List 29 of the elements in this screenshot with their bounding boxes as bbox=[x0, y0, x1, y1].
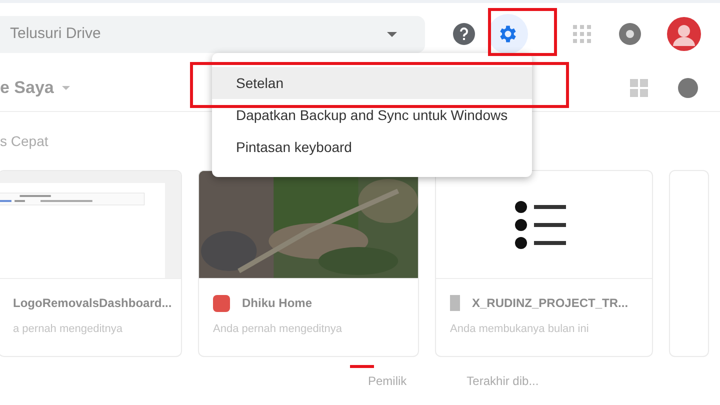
notifications-icon[interactable] bbox=[619, 23, 641, 45]
file-subtitle: Anda pernah mengeditnya bbox=[213, 322, 344, 337]
highlight-frame bbox=[488, 8, 557, 56]
column-header[interactable]: Pemilik bbox=[368, 372, 407, 390]
annotation-mark bbox=[350, 365, 374, 368]
column-header[interactable]: Terakhir dib... bbox=[466, 372, 539, 390]
section-title: s Cepat bbox=[0, 132, 48, 151]
file-card[interactable]: Dhiku Home Anda pernah mengeditnya bbox=[198, 170, 419, 357]
search-bar[interactable]: Telusuri Drive bbox=[0, 16, 425, 52]
search-field[interactable]: Telusuri Drive bbox=[10, 22, 387, 46]
breadcrumb-title[interactable]: e Saya bbox=[0, 75, 54, 101]
file-card[interactable]: LogoRemovalsDashboard... a pernah mengeditnya bbox=[0, 170, 182, 357]
file-title: X_RUDINZ_PROJECT_TR... bbox=[472, 295, 628, 312]
menu-item[interactable]: Dapatkan Backup and Sync untuk Windows bbox=[212, 99, 532, 131]
file-title: Dhiku Home bbox=[242, 295, 312, 312]
avatar-icon[interactable] bbox=[667, 17, 701, 51]
file-subtitle: Anda membukanya bulan ini bbox=[450, 322, 590, 337]
help-icon bbox=[458, 27, 470, 41]
caret-icon bbox=[62, 86, 70, 90]
image-file-icon bbox=[213, 294, 230, 312]
menu-item[interactable]: Pintasan keyboard bbox=[212, 131, 532, 163]
help-button[interactable] bbox=[453, 23, 475, 45]
file-title: LogoRemovalsDashboard... bbox=[13, 295, 172, 312]
caret-icon bbox=[387, 32, 397, 36]
file-icon bbox=[450, 295, 460, 311]
file-subtitle: a pernah mengeditnya bbox=[13, 322, 124, 337]
menu-item[interactable]: Setelan bbox=[212, 67, 532, 99]
info-icon[interactable] bbox=[678, 78, 698, 98]
settings-button[interactable] bbox=[488, 14, 528, 54]
